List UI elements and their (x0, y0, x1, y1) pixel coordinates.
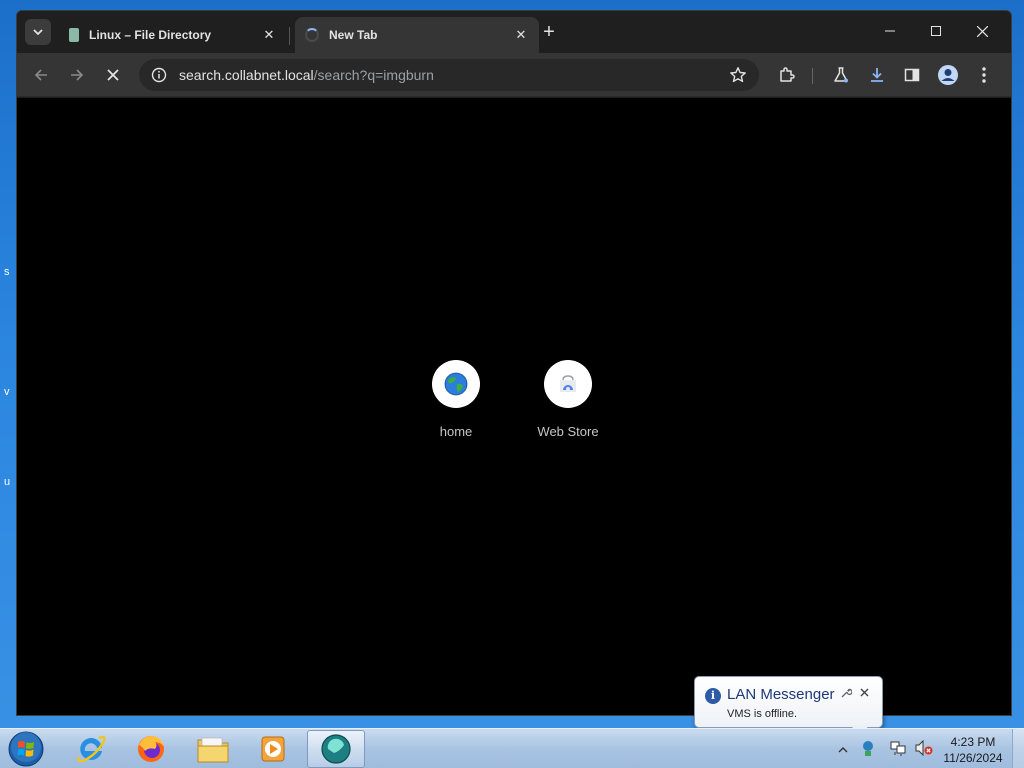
network-icon (890, 741, 906, 756)
site-info-icon[interactable] (151, 67, 167, 83)
menu-button[interactable] (970, 61, 998, 89)
taskbar-media-player[interactable] (244, 730, 302, 768)
tab-close-button[interactable]: ✕ (513, 27, 529, 43)
url-path: /search?q=imgburn (313, 67, 434, 83)
address-bar[interactable]: search.collabnet.local/search?q=imgburn (139, 59, 759, 91)
file-favicon-icon (69, 28, 79, 42)
shortcut-tile[interactable] (544, 360, 592, 408)
lan-messenger-icon (321, 734, 351, 764)
bookmark-star-icon[interactable] (729, 66, 747, 84)
notification-close-button[interactable] (860, 685, 869, 700)
extensions-button[interactable] (773, 61, 801, 89)
firefox-icon (138, 736, 164, 762)
internet-explorer-icon (77, 735, 106, 763)
tab-new-tab[interactable]: New Tab ✕ (295, 17, 539, 53)
loading-spinner-icon (305, 28, 319, 42)
file-explorer-icon (197, 737, 229, 763)
show-desktop-button[interactable] (1012, 729, 1024, 768)
maximize-button[interactable] (913, 15, 959, 47)
info-icon: i (705, 688, 721, 704)
url-host: search.collabnet.local (179, 67, 314, 83)
taskbar-lan-messenger[interactable] (307, 730, 365, 768)
clock-date: 11/26/2024 (943, 751, 1003, 765)
tab-title: Linux – File Directory (89, 28, 212, 42)
wrench-icon[interactable] (841, 687, 853, 701)
tab-title: New Tab (329, 28, 378, 42)
notification-text: VMS is offline. (727, 708, 798, 720)
arrow-right-icon (71, 69, 84, 81)
side-panel-button[interactable] (898, 61, 926, 89)
shortcut-label: Web Store (537, 424, 599, 439)
back-button[interactable] (27, 61, 55, 89)
profile-button[interactable] (934, 61, 962, 89)
shortcut-label: home (439, 424, 473, 439)
close-window-button[interactable] (959, 15, 1005, 47)
notification-balloon[interactable]: i LAN Messenger VMS is offline. (694, 676, 883, 728)
start-button[interactable] (6, 730, 46, 768)
desktop-edge-mark: u (4, 476, 11, 488)
downloads-button[interactable] (863, 61, 891, 89)
tab-file-directory[interactable]: Linux – File Directory ✕ (57, 17, 287, 53)
arrow-left-icon (34, 69, 47, 81)
tab-search-button[interactable] (25, 19, 51, 45)
side-panel-icon (904, 68, 920, 82)
tray-volume[interactable] (914, 739, 934, 761)
close-icon (860, 688, 869, 697)
tab-divider (289, 27, 290, 45)
puzzle-icon (780, 67, 795, 82)
download-icon (871, 68, 883, 82)
taskbar-firefox[interactable] (122, 730, 180, 768)
tray-lan-messenger[interactable] (860, 739, 876, 762)
desktop-edge-mark: s (4, 266, 10, 278)
clock-time: 4:23 PM (950, 735, 996, 749)
taskbar: 4:23 PM 11/26/2024 (0, 728, 1024, 768)
chevron-down-icon (33, 29, 43, 35)
stop-icon (107, 69, 119, 81)
tab-strip: Linux – File Directory ✕ New Tab ✕ + (17, 11, 1011, 53)
browser-toolbar: search.collabnet.local/search?q=imgburn (17, 53, 1011, 97)
system-clock[interactable]: 4:23 PM 11/26/2024 (938, 734, 1008, 766)
browser-window: Linux – File Directory ✕ New Tab ✕ + sea… (16, 10, 1012, 716)
new-tab-page: home Web Store (17, 98, 1011, 715)
avatar-icon (938, 65, 958, 85)
tab-close-button[interactable]: ✕ (261, 27, 277, 43)
minimize-button[interactable] (867, 15, 913, 47)
taskbar-file-explorer[interactable] (184, 730, 242, 768)
close-icon (976, 25, 988, 37)
minimize-icon (885, 30, 895, 32)
taskbar-internet-explorer[interactable] (62, 730, 120, 768)
toolbar-separator (812, 68, 813, 84)
maximize-icon (931, 26, 941, 36)
show-hidden-icons-button[interactable] (838, 741, 848, 759)
windows-start-orb-icon (8, 731, 44, 767)
volume-muted-icon (915, 739, 933, 757)
web-store-icon (560, 375, 576, 392)
labs-button[interactable] (827, 61, 855, 89)
shortcut-home[interactable]: home (401, 360, 511, 439)
stop-loading-button[interactable] (99, 61, 127, 89)
desktop-edge-mark: v (4, 386, 10, 398)
kebab-menu-icon (982, 67, 986, 83)
media-player-icon (261, 736, 285, 762)
chevron-up-icon (838, 747, 848, 753)
shortcut-web-store[interactable]: Web Store (513, 360, 623, 439)
notification-title: LAN Messenger (727, 686, 835, 703)
flask-icon (834, 67, 848, 83)
globe-icon (444, 372, 468, 396)
lan-messenger-tray-icon (863, 741, 873, 756)
shortcut-tile[interactable] (432, 360, 480, 408)
new-tab-button[interactable]: + (537, 21, 561, 45)
forward-button[interactable] (63, 61, 91, 89)
tray-network[interactable] (890, 740, 908, 761)
